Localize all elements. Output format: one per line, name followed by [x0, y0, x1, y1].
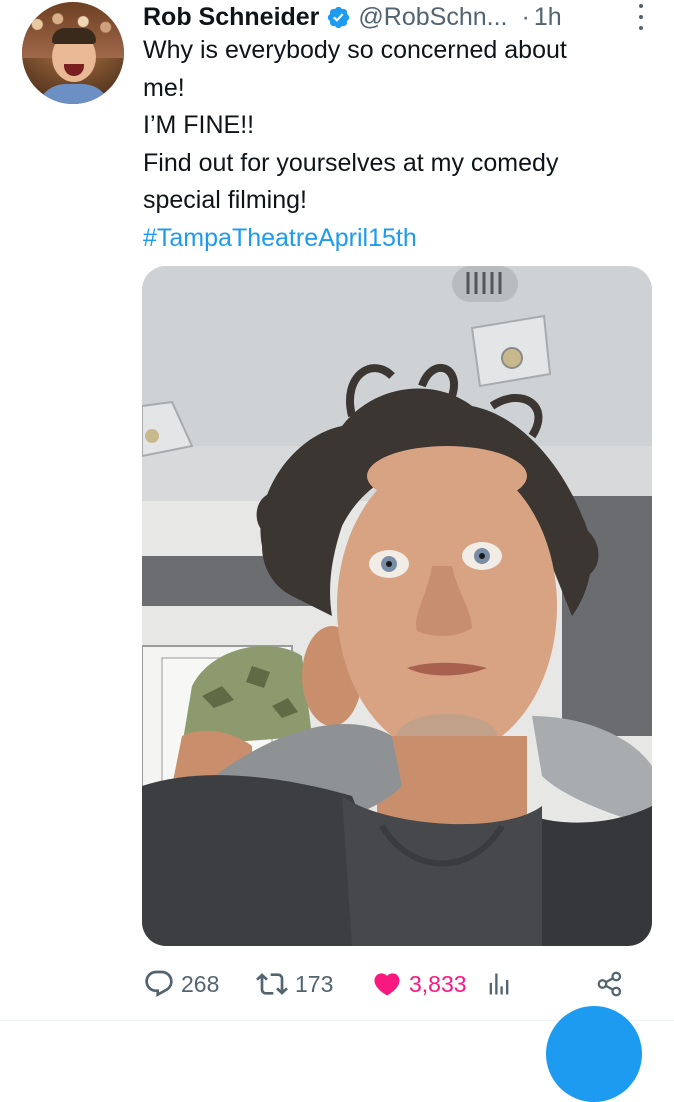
like-count: 3,833 [409, 970, 467, 997]
tweet-line: I’M FINE!! [143, 111, 255, 139]
avatar-shirt [36, 84, 112, 104]
tweet-timestamp[interactable]: 1h [534, 3, 562, 32]
analytics-icon [489, 973, 509, 995]
tweet-header: Rob Schneider @RobSchn... · 1h [143, 0, 654, 34]
tweet-photo[interactable] [142, 266, 652, 946]
reply-button[interactable]: 268 [143, 964, 219, 1004]
tweet-line: me! [143, 73, 185, 102]
share-button[interactable] [595, 964, 625, 1004]
tweet-actions: 268 173 3,833 [143, 964, 643, 1004]
tweet-line: special filming! [143, 186, 307, 214]
author-avatar[interactable] [22, 2, 124, 104]
views-button[interactable] [485, 964, 513, 1004]
tweet-line: Find out for yourselves at my comedy [143, 148, 559, 177]
more-dot [639, 4, 643, 8]
hashtag-link[interactable]: #TampaTheatreApril15th [143, 220, 643, 258]
photo-illustration [142, 266, 652, 946]
header-separator: · [521, 2, 530, 31]
share-icon [597, 971, 622, 997]
retweet-button[interactable]: 173 [255, 964, 333, 1004]
tweet-line: Why is everybody so concerned about [143, 36, 567, 64]
reply-count: 268 [181, 970, 220, 997]
compose-tweet-button[interactable] [546, 1006, 642, 1102]
more-options-icon[interactable] [636, 4, 646, 30]
more-dot [639, 15, 643, 19]
avatar-hair [52, 28, 96, 44]
heart-filled-icon [374, 973, 400, 996]
tweet-text: Why is everybody so concerned about me! … [143, 32, 643, 257]
retweet-icon [256, 973, 288, 995]
retweet-count: 173 [295, 970, 334, 997]
author-handle[interactable]: @RobSchn... [358, 3, 507, 32]
more-dot [639, 26, 643, 30]
reply-icon [145, 970, 173, 997]
verified-badge-icon[interactable] [326, 5, 351, 30]
author-name[interactable]: Rob Schneider [143, 3, 319, 32]
like-button[interactable]: 3,833 [371, 964, 467, 1004]
